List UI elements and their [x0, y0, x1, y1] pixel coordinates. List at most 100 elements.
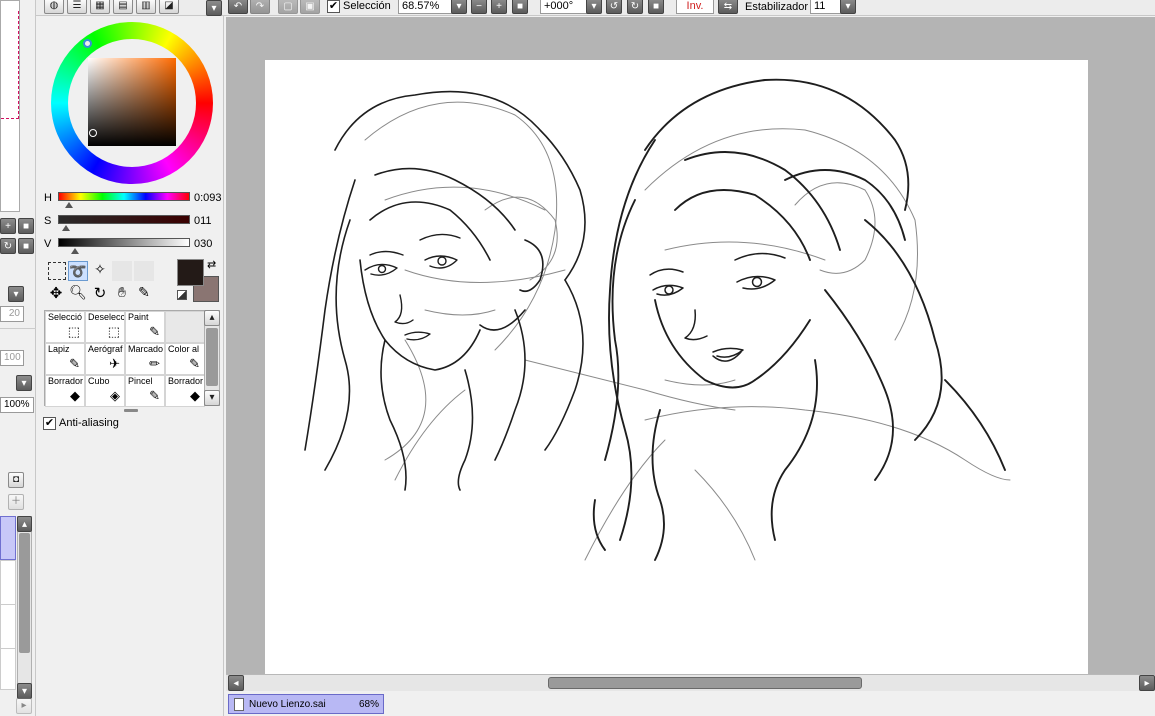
tool-cell[interactable]: Borrador ◆	[45, 375, 85, 407]
zoom-dropdown-icon[interactable]: ▾	[451, 0, 467, 14]
hsv-slider-mode-icon[interactable]: ▦	[90, 0, 110, 14]
s-value: 011	[194, 215, 212, 227]
bucket-icon: ◈	[110, 388, 120, 403]
canvas-scroll-thumb[interactable]	[548, 677, 862, 689]
hue-slider[interactable]	[58, 192, 190, 201]
tool-label: Deselecc	[88, 312, 125, 322]
rotate-view-icon[interactable]: ↻	[90, 284, 110, 302]
marker-icon: ✏	[149, 356, 160, 371]
navigator-reset-icon[interactable]: ■	[18, 218, 34, 234]
document-tab[interactable]: Nuevo Lienzo.sai 68%	[228, 694, 384, 714]
canvas-viewport[interactable]	[226, 17, 1155, 674]
palette-mode-icon[interactable]: ▥	[136, 0, 156, 14]
tool-cell[interactable]: Color al ✎	[165, 343, 205, 375]
layer-scroll-down-icon[interactable]: ▾	[17, 683, 32, 699]
drawing-canvas[interactable]	[265, 60, 1088, 674]
tool-cell[interactable]: Lapiz ✎	[45, 343, 85, 375]
strip-field-100[interactable]: 100	[0, 350, 24, 366]
swap-colors-icon[interactable]: ⇄	[207, 258, 216, 271]
hue-marker[interactable]	[83, 39, 92, 48]
strip-field-20[interactable]: 20	[0, 306, 24, 322]
tool-cell[interactable]: Borrador ◆	[165, 375, 205, 407]
opacity-field[interactable]: 100%	[0, 397, 34, 413]
selection-label: Selección	[343, 0, 391, 12]
deselect-tool-icon[interactable]: ▢	[278, 0, 298, 14]
saturation-slider-thumb[interactable]	[62, 225, 70, 231]
rotate-right-icon[interactable]: ↻	[627, 0, 643, 14]
pencil-icon: ✎	[69, 356, 80, 371]
value-slider[interactable]	[58, 238, 190, 247]
eyedropper-icon[interactable]: ✎	[134, 284, 154, 302]
empty-tool-slot	[112, 261, 132, 281]
opacity-dropdown-icon[interactable]: ▾	[16, 375, 32, 391]
layer-list[interactable]	[0, 560, 16, 690]
move-icon[interactable]: ✥	[46, 284, 66, 302]
canvas-horizontal-scrollbar[interactable]: ◂ ▸	[226, 674, 1155, 691]
saturation-slider[interactable]	[58, 215, 190, 224]
saturation-value-square[interactable]	[88, 58, 176, 146]
blend-mode-dropdown-icon[interactable]: ▾	[8, 286, 24, 302]
rotation-field[interactable]: +000°	[540, 0, 590, 14]
tool-cell[interactable]: Marcado ✏	[125, 343, 165, 375]
paint-icon: ✎	[149, 324, 160, 339]
invert-view-button[interactable]: Inv.	[676, 0, 714, 14]
eraser-icon: ◆	[70, 388, 80, 403]
sv-marker[interactable]	[89, 129, 97, 137]
rotate-left-icon[interactable]: ↺	[606, 0, 622, 14]
scratchpad-mode-icon[interactable]: ◪	[159, 0, 179, 14]
swatch-mode-icon[interactable]: ▤	[113, 0, 133, 14]
tool-cell[interactable]: Cubo ◈	[85, 375, 125, 407]
hand-icon[interactable]: ✋︎	[112, 284, 132, 302]
zoom-out-icon[interactable]: −	[471, 0, 487, 14]
flip-horizontal-icon[interactable]: ⇆	[718, 0, 738, 14]
layer-scroll-right-icon[interactable]: ▸	[16, 698, 32, 714]
navigator-rotate-icon[interactable]: ↻	[0, 238, 16, 254]
canvas-scroll-left-icon[interactable]: ◂	[228, 675, 244, 691]
document-zoom: 68%	[359, 699, 380, 710]
tool-cell[interactable]: Selecció ⬚	[45, 311, 85, 343]
primary-color-swatch[interactable]	[177, 259, 204, 286]
layer-item-selected[interactable]	[0, 516, 16, 560]
tool-label: Aerógraf	[88, 344, 123, 354]
zoom-field[interactable]: 68.57%	[398, 0, 456, 14]
tool-label: Lapiz	[48, 344, 70, 354]
rgb-slider-mode-icon[interactable]: ☰	[67, 0, 87, 14]
layer-scroll-up-icon[interactable]: ▴	[17, 516, 32, 532]
zoom-icon[interactable]: 🔍︎	[68, 284, 88, 302]
zoom-in-icon[interactable]: +	[491, 0, 507, 14]
lasso-icon[interactable]: ➰	[68, 261, 88, 281]
tool-grid-scroll-down-icon[interactable]: ▾	[204, 390, 220, 406]
magic-wand-icon[interactable]: ✧	[90, 261, 110, 281]
selection-checkbox[interactable]: ✔	[327, 0, 340, 13]
tool-cell[interactable]: Deselecc ⬚	[85, 311, 125, 343]
antialiasing-checkbox[interactable]: ✔	[43, 417, 56, 430]
tool-label: Cubo	[88, 376, 110, 386]
tool-grid-scroll-up-icon[interactable]: ▴	[204, 310, 220, 326]
rotation-dropdown-icon[interactable]: ▾	[586, 0, 602, 14]
tool-cell[interactable]: Pincel ✎	[125, 375, 165, 407]
new-layer-icon[interactable]: ◘	[8, 472, 24, 488]
v-label: V	[44, 238, 52, 250]
layer-scrollbar[interactable]	[17, 516, 32, 698]
stabilizer-dropdown-icon[interactable]: ▾	[840, 0, 856, 14]
color-wheel-mode-icon[interactable]: ◍	[44, 0, 64, 14]
tool-cell[interactable]: Aerógraf ✈	[85, 343, 125, 375]
invert-selection-icon[interactable]: ▣	[300, 0, 320, 14]
rotation-reset-icon[interactable]: ■	[648, 0, 664, 14]
reset-colors-icon[interactable]	[177, 290, 187, 300]
value-slider-thumb[interactable]	[71, 248, 79, 254]
tool-label: Paint	[128, 312, 149, 322]
undo-icon[interactable]: ↶	[228, 0, 248, 14]
new-folder-icon[interactable]: ＋	[8, 494, 24, 510]
v-value: 030	[194, 238, 213, 250]
navigator-zoom-in-icon[interactable]: +	[0, 218, 16, 234]
navigator-rotate-reset-icon[interactable]: ■	[18, 238, 34, 254]
tool-cell[interactable]: Paint ✎	[125, 311, 165, 343]
panel-menu-icon[interactable]: ▾	[206, 0, 222, 16]
redo-icon[interactable]: ↷	[250, 0, 270, 14]
canvas-scroll-right-icon[interactable]: ▸	[1139, 675, 1155, 691]
rect-select-icon[interactable]	[48, 262, 66, 280]
hue-slider-thumb[interactable]	[65, 202, 73, 208]
zoom-reset-icon[interactable]: ■	[512, 0, 528, 14]
panel-resize-handle[interactable]	[124, 409, 138, 412]
